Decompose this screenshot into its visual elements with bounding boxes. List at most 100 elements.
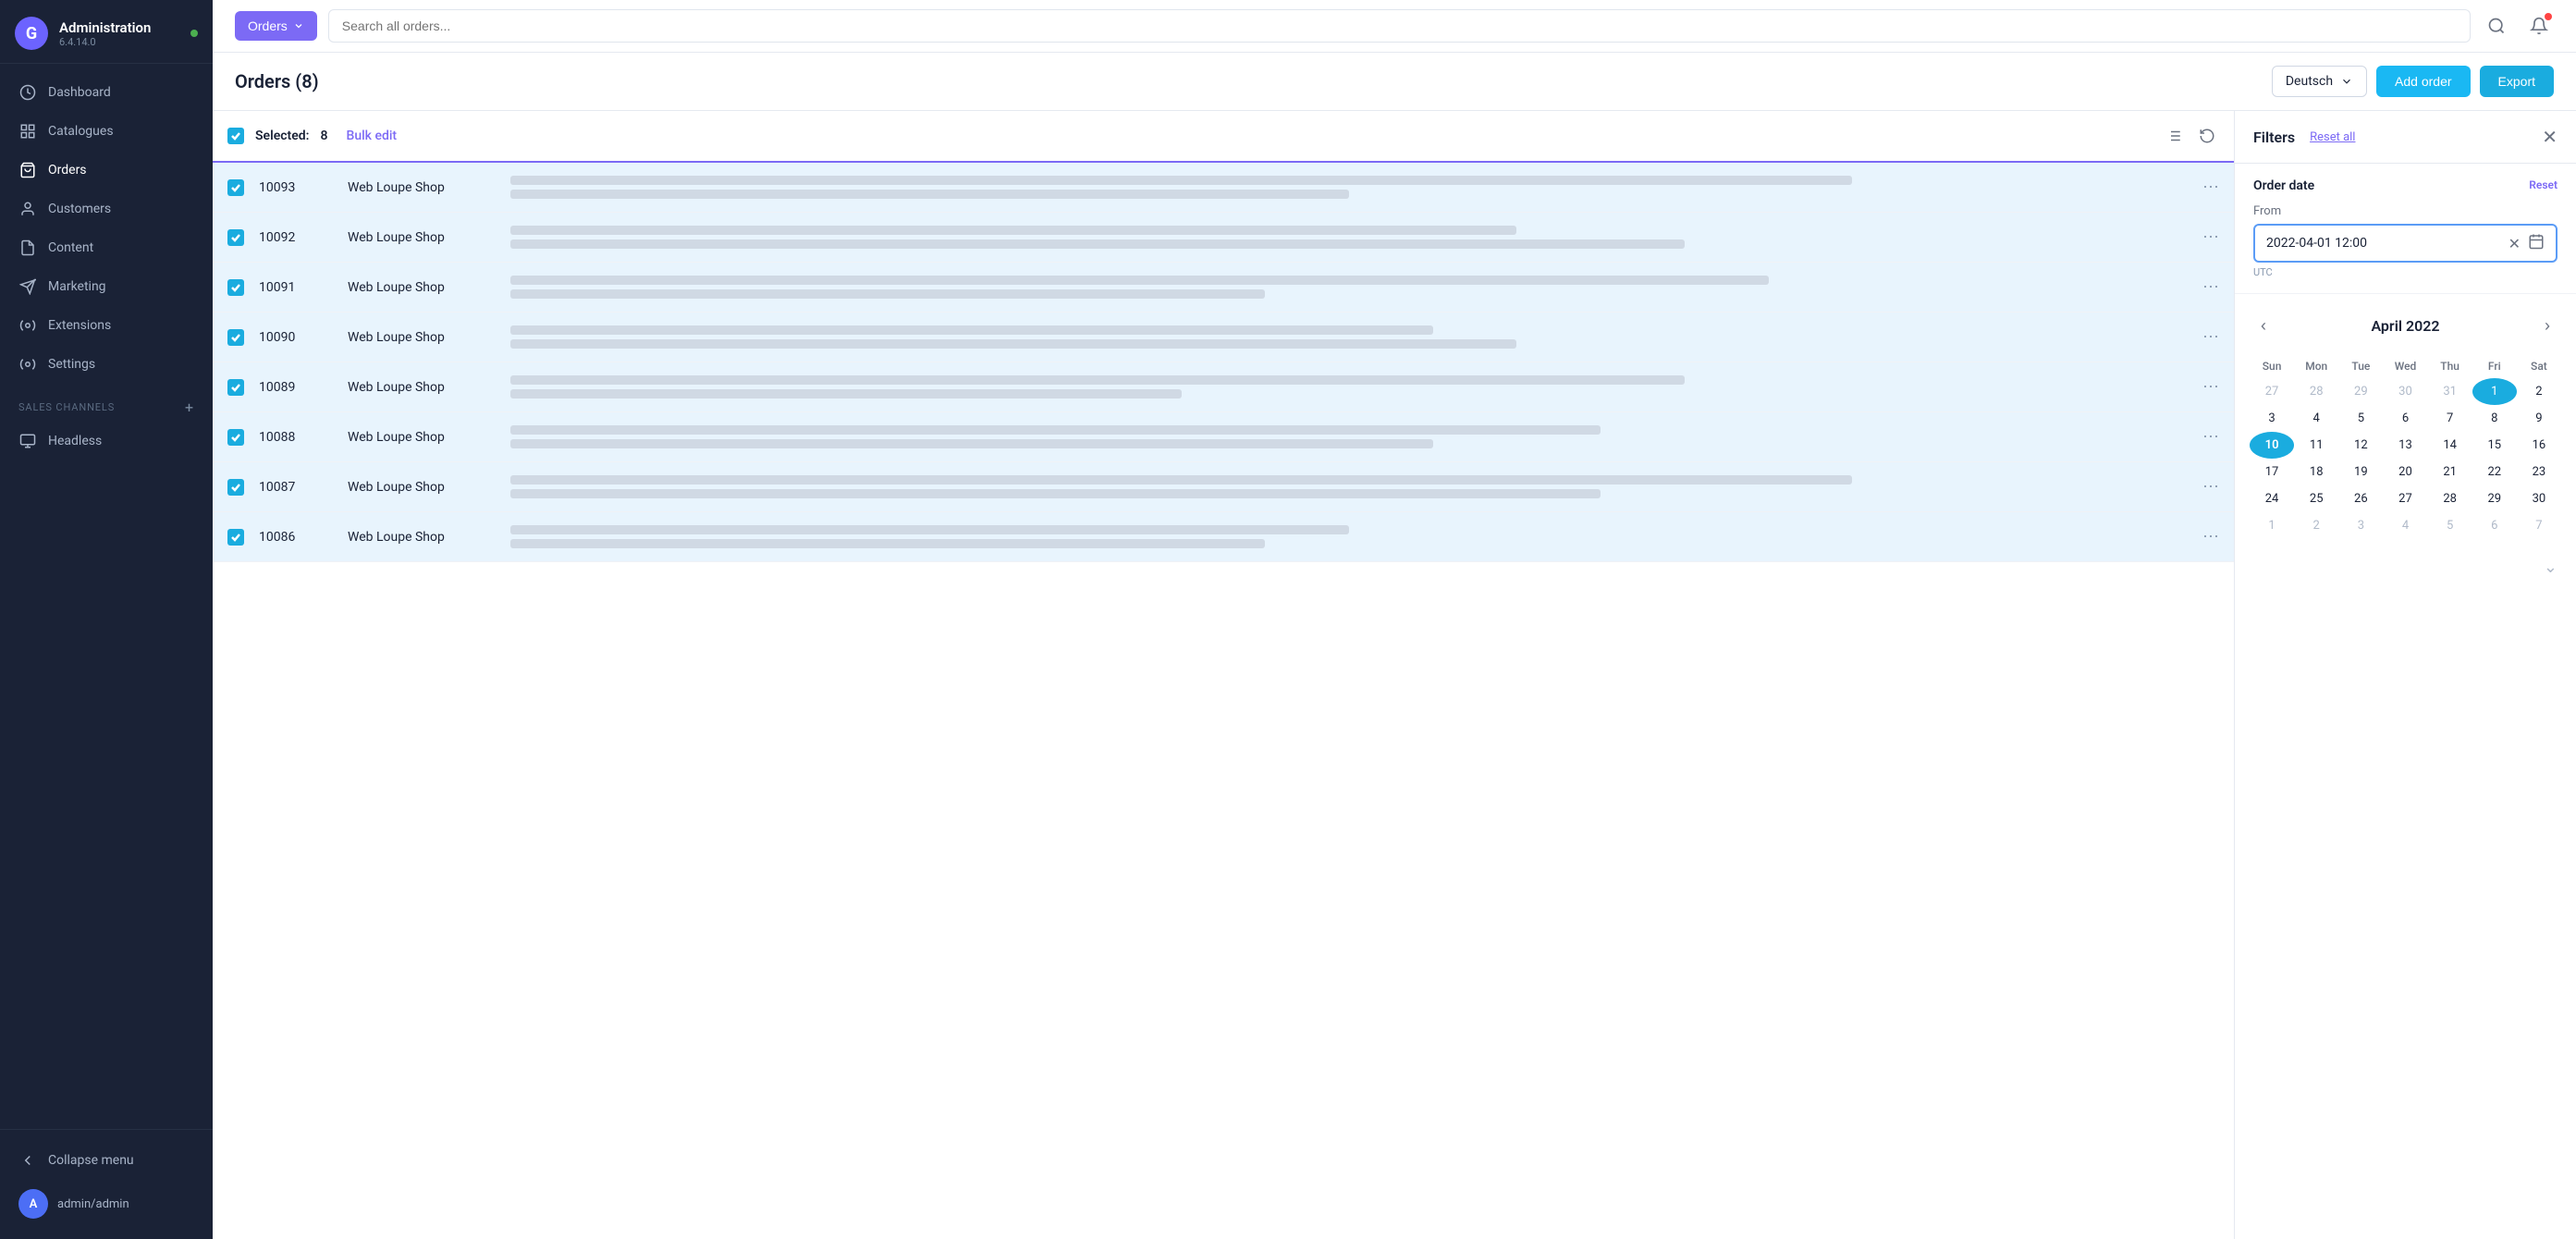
date-clear-icon[interactable]: ✕: [2509, 235, 2521, 252]
orders-dropdown-label: Orders: [248, 18, 288, 33]
row-actions-button[interactable]: ⋯: [2202, 477, 2219, 497]
search-input[interactable]: [328, 9, 2471, 43]
calendar-day[interactable]: 17: [2250, 459, 2294, 485]
language-dropdown[interactable]: Deutsch: [2272, 66, 2367, 97]
sidebar-item-extensions[interactable]: Extensions: [0, 306, 213, 345]
close-icon[interactable]: ✕: [2542, 126, 2558, 148]
calendar-day[interactable]: 7: [2517, 512, 2561, 539]
add-order-button[interactable]: Add order: [2376, 66, 2470, 97]
date-input-value[interactable]: 2022-04-01 12:00: [2266, 236, 2501, 251]
row-checkbox[interactable]: [227, 279, 244, 296]
calendar-day[interactable]: 4: [2383, 512, 2427, 539]
calendar-day[interactable]: 2: [2294, 512, 2338, 539]
app-logo: G: [15, 17, 48, 50]
export-button[interactable]: Export: [2480, 66, 2554, 97]
row-checkbox[interactable]: [227, 329, 244, 346]
calendar-day[interactable]: 10: [2250, 432, 2294, 459]
calendar-day[interactable]: 14: [2428, 432, 2472, 459]
row-actions-button[interactable]: ⋯: [2202, 377, 2219, 397]
calendar-day[interactable]: 27: [2383, 485, 2427, 512]
sidebar-item-settings[interactable]: Settings: [0, 345, 213, 384]
reset-button[interactable]: [2195, 124, 2219, 148]
sidebar-item-orders[interactable]: Orders: [0, 151, 213, 190]
customers-icon: [18, 200, 37, 218]
calendar-day[interactable]: 16: [2517, 432, 2561, 459]
calendar-day[interactable]: 23: [2517, 459, 2561, 485]
row-actions-button[interactable]: ⋯: [2202, 178, 2219, 197]
placeholder-bar-1: [510, 176, 1852, 185]
page-title: Orders (8): [235, 70, 319, 92]
calendar-day[interactable]: 7: [2428, 405, 2472, 432]
row-checkbox[interactable]: [227, 179, 244, 196]
row-actions-button[interactable]: ⋯: [2202, 277, 2219, 297]
calendar-day[interactable]: 26: [2338, 485, 2383, 512]
calendar-icon[interactable]: [2528, 233, 2545, 253]
row-actions-button[interactable]: ⋯: [2202, 527, 2219, 546]
add-sales-channel-icon[interactable]: +: [185, 399, 194, 416]
content-icon: [18, 239, 37, 257]
calendar-day[interactable]: 12: [2338, 432, 2383, 459]
calendar-day[interactable]: 18: [2294, 459, 2338, 485]
calendar-day[interactable]: 6: [2383, 405, 2427, 432]
sidebar-item-dashboard[interactable]: Dashboard: [0, 73, 213, 112]
calendar-day[interactable]: 1: [2472, 378, 2517, 405]
calendar-day[interactable]: 27: [2250, 378, 2294, 405]
calendar-day[interactable]: 22: [2472, 459, 2517, 485]
row-actions-button[interactable]: ⋯: [2202, 227, 2219, 247]
calendar-day[interactable]: 8: [2472, 405, 2517, 432]
calendar-day[interactable]: 30: [2383, 378, 2427, 405]
row-actions-button[interactable]: ⋯: [2202, 427, 2219, 447]
calendar-day[interactable]: 6: [2472, 512, 2517, 539]
calendar-day[interactable]: 25: [2294, 485, 2338, 512]
toolbar-right: [2162, 124, 2219, 148]
calendar-day[interactable]: 9: [2517, 405, 2561, 432]
search-icon-btn[interactable]: [2482, 11, 2511, 41]
calendar-day[interactable]: 24: [2250, 485, 2294, 512]
sidebar-item-headless[interactable]: Headless: [0, 422, 213, 460]
calendar-day[interactable]: 28: [2294, 378, 2338, 405]
calendar-day[interactable]: 21: [2428, 459, 2472, 485]
calendar-day[interactable]: 5: [2428, 512, 2472, 539]
calendar-next-button[interactable]: ›: [2537, 313, 2558, 339]
row-checkbox[interactable]: [227, 229, 244, 246]
calendar-day[interactable]: 29: [2338, 378, 2383, 405]
row-checkbox[interactable]: [227, 429, 244, 446]
calendar-prev-button[interactable]: ‹: [2253, 313, 2274, 339]
calendar-day-header: Sun: [2250, 354, 2294, 378]
sidebar-item-content[interactable]: Content: [0, 228, 213, 267]
calendar-day[interactable]: 15: [2472, 432, 2517, 459]
row-actions-button[interactable]: ⋯: [2202, 327, 2219, 347]
sidebar-item-marketing[interactable]: Marketing: [0, 267, 213, 306]
calendar-day[interactable]: 13: [2383, 432, 2427, 459]
table-row: 10086 Web Loupe Shop ⋯: [213, 512, 2234, 562]
sidebar-item-customers[interactable]: Customers: [0, 190, 213, 228]
calendar-day[interactable]: 20: [2383, 459, 2427, 485]
orders-dropdown-button[interactable]: Orders: [235, 11, 317, 41]
sidebar-label-dashboard: Dashboard: [48, 85, 111, 100]
select-all-checkbox[interactable]: [227, 128, 244, 144]
calendar-day[interactable]: 1: [2250, 512, 2294, 539]
list-view-button[interactable]: [2162, 124, 2186, 148]
bell-icon-btn[interactable]: [2524, 11, 2554, 41]
row-checkbox[interactable]: [227, 529, 244, 546]
row-checkbox[interactable]: [227, 479, 244, 496]
row-checkbox[interactable]: [227, 379, 244, 396]
calendar-day[interactable]: 29: [2472, 485, 2517, 512]
calendar-day[interactable]: 11: [2294, 432, 2338, 459]
calendar-day[interactable]: 5: [2338, 405, 2383, 432]
calendar-day[interactable]: 2: [2517, 378, 2561, 405]
calendar-day[interactable]: 19: [2338, 459, 2383, 485]
user-row[interactable]: A admin/admin: [0, 1180, 213, 1228]
calendar-day[interactable]: 3: [2338, 512, 2383, 539]
calendar-day[interactable]: 30: [2517, 485, 2561, 512]
order-date-reset-link[interactable]: Reset: [2529, 178, 2558, 191]
table-area: Selected: 8 Bulk edit 10093 Web Loupe Sh…: [213, 111, 2576, 1239]
sidebar-item-collapse[interactable]: Collapse menu: [0, 1141, 213, 1180]
sidebar-item-catalogues[interactable]: Catalogues: [0, 112, 213, 151]
calendar-day[interactable]: 4: [2294, 405, 2338, 432]
calendar-day[interactable]: 3: [2250, 405, 2294, 432]
calendar-day[interactable]: 31: [2428, 378, 2472, 405]
calendar-day[interactable]: 28: [2428, 485, 2472, 512]
filter-reset-all-link[interactable]: Reset all: [2310, 130, 2355, 144]
bulk-edit-link[interactable]: Bulk edit: [346, 129, 397, 143]
